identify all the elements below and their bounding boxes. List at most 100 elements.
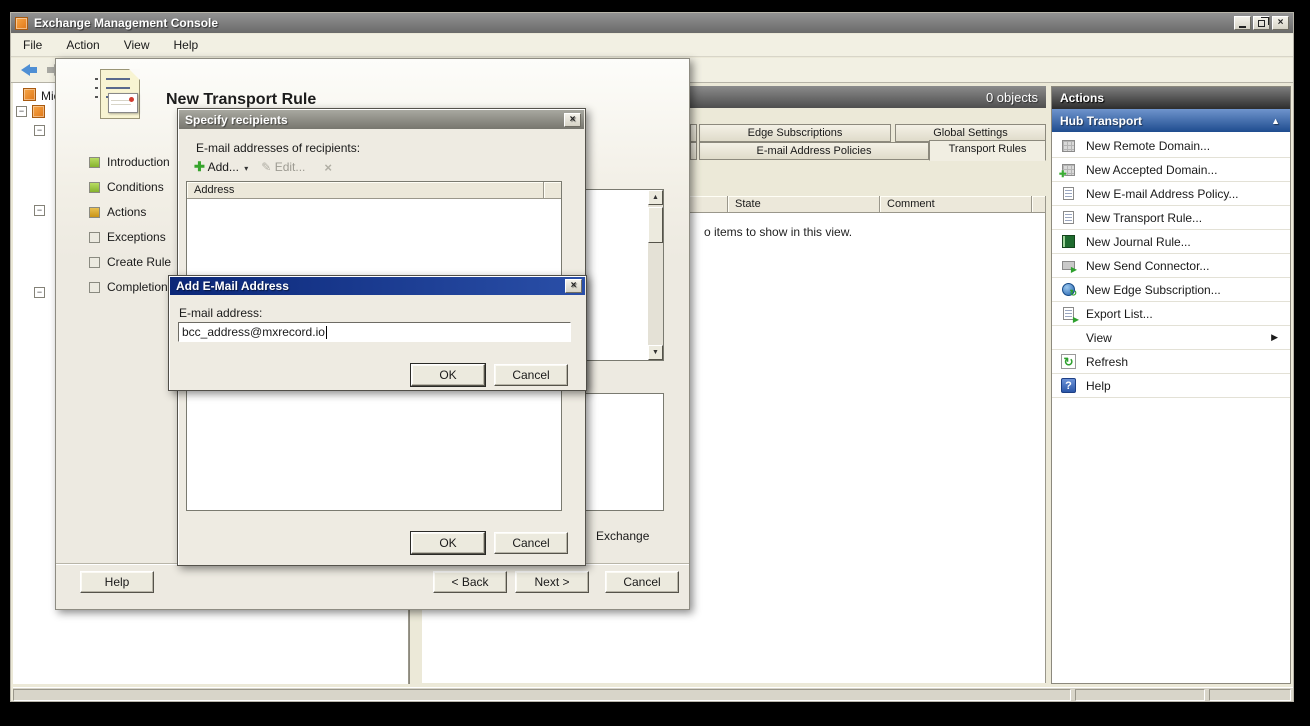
hub-transport-group-header[interactable]: Hub Transport ▲ (1052, 109, 1290, 132)
step-status-icon (89, 282, 100, 293)
email-address-input[interactable]: bcc_address@mxrecord.io (178, 322, 571, 342)
restore-button[interactable] (1253, 16, 1270, 30)
wizard-step-completion[interactable]: Completion (89, 280, 168, 294)
edit-pencil-icon: ✎ (261, 160, 271, 174)
close-icon: × (571, 281, 577, 291)
tree-collapse-toggle[interactable]: − (34, 125, 45, 136)
step-status-icon (89, 157, 100, 168)
dialog-titlebar[interactable]: Add E-Mail Address × (170, 277, 585, 295)
accepted-domain-icon (1060, 161, 1077, 178)
remote-domain-icon (1060, 137, 1077, 154)
objects-count: 0 objects (986, 90, 1038, 105)
action-new-journal-rule[interactable]: New Journal Rule... (1052, 230, 1290, 254)
step-status-icon (89, 182, 100, 193)
menu-help[interactable]: Help (162, 35, 211, 55)
wizard-cancel-button[interactable]: Cancel (605, 571, 679, 593)
close-button[interactable]: × (565, 279, 582, 293)
delete-x-icon: × (324, 160, 332, 175)
action-new-transport-rule[interactable]: New Transport Rule... (1052, 206, 1290, 230)
transport-rule-wizard-icon (96, 69, 146, 125)
menu-action[interactable]: Action (54, 35, 111, 55)
dropdown-arrow-icon: ▾ (244, 164, 248, 173)
restore-icon (1258, 20, 1265, 27)
close-button[interactable]: × (1272, 16, 1289, 30)
add-plus-icon: ✚ (194, 159, 205, 174)
minimize-icon (1239, 26, 1246, 28)
text-caret (326, 326, 327, 339)
submenu-arrow-icon: ▶ (1271, 332, 1278, 343)
recipients-ok-button[interactable]: OK (411, 532, 485, 554)
action-new-send-connector[interactable]: New Send Connector... (1052, 254, 1290, 278)
action-refresh[interactable]: ↻ Refresh (1052, 350, 1290, 374)
export-list-icon (1060, 305, 1077, 322)
wizard-title: New Transport Rule (166, 91, 316, 109)
tree-root-icon (23, 88, 36, 101)
transport-rule-icon (1060, 209, 1077, 226)
minimize-button[interactable] (1234, 16, 1251, 30)
close-icon: × (570, 115, 576, 125)
column-header-stub[interactable] (1032, 196, 1046, 213)
action-new-remote-domain[interactable]: New Remote Domain... (1052, 134, 1290, 158)
close-icon: × (1278, 18, 1284, 28)
scrollbar[interactable]: ▲ ▼ (648, 190, 663, 360)
actions-pane: Actions Hub Transport ▲ New Remote Domai… (1051, 86, 1291, 684)
scroll-thumb[interactable] (648, 207, 663, 243)
help-icon: ? (1060, 377, 1077, 394)
menu-file[interactable]: File (11, 35, 54, 55)
tree-collapse-toggle[interactable]: − (34, 287, 45, 298)
action-view[interactable]: View ▶ (1052, 326, 1290, 350)
column-header-state[interactable]: State (728, 196, 880, 213)
address-cancel-button[interactable]: Cancel (494, 364, 568, 386)
add-button[interactable]: ✚ Add... ▾ (194, 159, 248, 175)
collapse-icon[interactable]: ▲ (1271, 116, 1280, 126)
window-titlebar[interactable]: Exchange Management Console × (11, 13, 1293, 33)
back-icon (21, 64, 30, 76)
window-title: Exchange Management Console (34, 16, 218, 30)
dialog-title: Specify recipients (185, 113, 288, 127)
tab-edge-subscriptions[interactable]: Edge Subscriptions (699, 124, 891, 142)
recipients-field-label: E-mail addresses of recipients: (196, 141, 360, 155)
step-status-icon (89, 232, 100, 243)
wizard-step-create-rule[interactable]: Create Rule (89, 255, 171, 269)
dialog-titlebar[interactable]: Specify recipients × (179, 110, 584, 129)
wizard-help-button[interactable]: Help (80, 571, 154, 593)
partial-tab[interactable] (690, 142, 697, 160)
close-button[interactable]: × (564, 113, 581, 127)
add-email-address-dialog: Add E-Mail Address × E-mail address: bcc… (168, 275, 587, 391)
action-new-accepted-domain[interactable]: New Accepted Domain... (1052, 158, 1290, 182)
action-help[interactable]: ? Help (1052, 374, 1290, 398)
action-new-edge-subscription[interactable]: New Edge Subscription... (1052, 278, 1290, 302)
actions-pane-title: Actions (1052, 87, 1290, 109)
wizard-step-introduction[interactable]: Introduction (89, 155, 170, 169)
address-ok-button[interactable]: OK (411, 364, 485, 386)
refresh-icon: ↻ (1060, 353, 1077, 370)
wizard-step-actions[interactable]: Actions (89, 205, 146, 219)
wizard-step-exceptions[interactable]: Exceptions (89, 230, 166, 244)
tab-email-address-policies[interactable]: E-mail Address Policies (699, 142, 929, 160)
tree-collapse-toggle[interactable]: − (34, 205, 45, 216)
tree-collapse-toggle[interactable]: − (16, 106, 27, 117)
action-export-list[interactable]: Export List... (1052, 302, 1290, 326)
scroll-down-icon[interactable]: ▼ (648, 345, 663, 360)
recipients-cancel-button[interactable]: Cancel (494, 532, 568, 554)
email-address-policy-icon (1060, 185, 1077, 202)
column-header-comment[interactable]: Comment (880, 196, 1032, 213)
partial-tab[interactable] (690, 124, 697, 142)
back-button[interactable] (21, 64, 37, 76)
menu-view[interactable]: View (112, 35, 162, 55)
address-column-header[interactable]: Address (187, 182, 544, 199)
wizard-next-button[interactable]: Next > (515, 571, 589, 593)
email-address-value: bcc_address@mxrecord.io (182, 325, 325, 339)
wizard-step-conditions[interactable]: Conditions (89, 180, 164, 194)
send-connector-icon (1060, 257, 1077, 274)
action-new-email-address-policy[interactable]: New E-mail Address Policy... (1052, 182, 1290, 206)
exchange-app-icon (15, 17, 28, 30)
recipients-list-header: Address (187, 182, 561, 199)
delete-button[interactable]: × (324, 160, 332, 175)
status-bar (13, 687, 1293, 701)
edit-button[interactable]: ✎ Edit... (261, 160, 305, 174)
tab-transport-rules[interactable]: Transport Rules (929, 140, 1046, 161)
address-column-stub[interactable] (544, 182, 561, 199)
scroll-up-icon[interactable]: ▲ (648, 190, 663, 205)
wizard-back-button[interactable]: < Back (433, 571, 507, 593)
